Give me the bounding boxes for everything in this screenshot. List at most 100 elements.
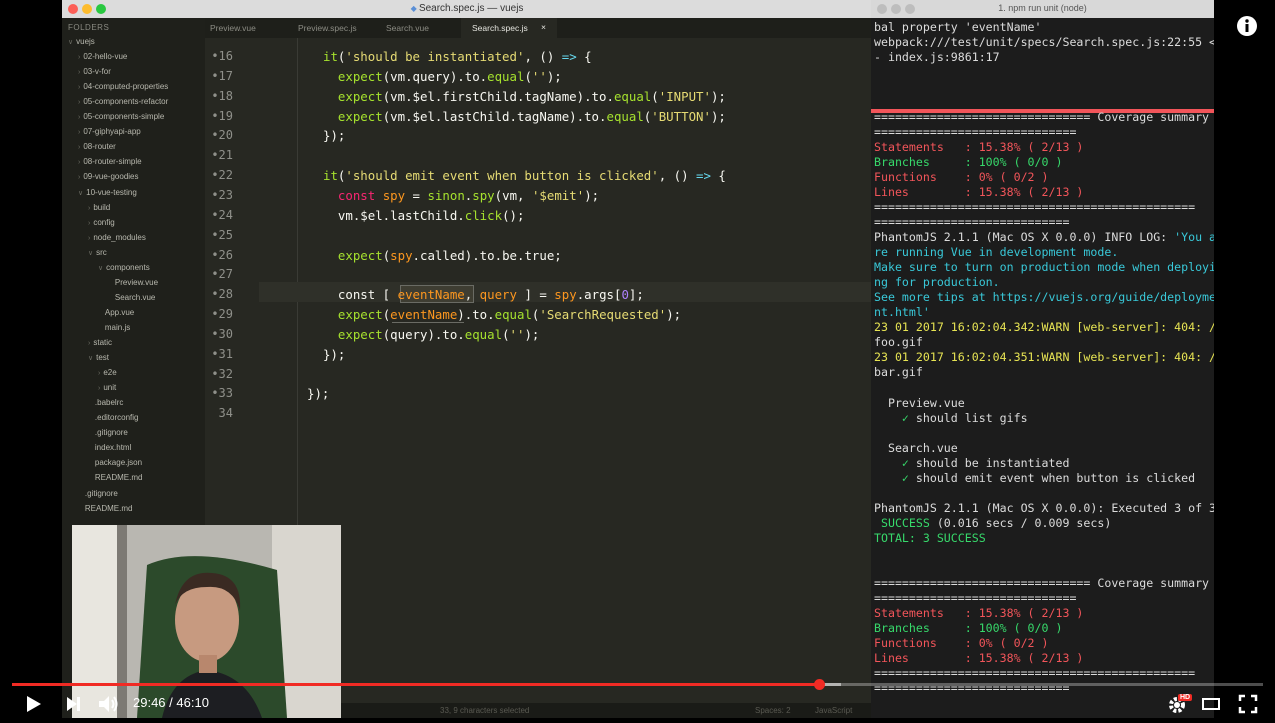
tree-folder[interactable]: › 05-components-simple (78, 112, 164, 121)
tab-search-vue[interactable]: Search.vue (386, 23, 429, 33)
tree-folder[interactable]: › 08-router-simple (78, 157, 142, 166)
code-line: expect(vm.$el.lastChild.tagName).to.equa… (323, 109, 726, 124)
theater-mode-button[interactable] (1201, 696, 1221, 712)
status-syntax[interactable]: JavaScript (815, 706, 852, 715)
tree-item-label: node_modules (93, 232, 146, 242)
file-spacer (98, 310, 102, 317)
terminal-line: ========================================… (874, 200, 1195, 214)
tree-folder[interactable]: ∨ components (98, 263, 150, 272)
status-indentation[interactable]: Spaces: 2 (755, 706, 791, 715)
tree-file[interactable]: .gitignore (88, 428, 128, 437)
code-token: click (464, 207, 503, 223)
tree-folder[interactable]: › build (88, 203, 110, 212)
tree-folder[interactable]: › 02-hello-vue (78, 52, 127, 61)
terminal-token: TOTAL: 3 SUCCESS (874, 530, 986, 545)
terminal-line: re running Vue in development mode. (874, 245, 1118, 259)
tree-folder[interactable]: › e2e (98, 368, 117, 377)
terminal-token: Functions : 0% ( 0/2 ) (874, 635, 1049, 650)
tree-folder[interactable]: ∨ src (88, 248, 107, 257)
code-token: spy (554, 287, 577, 303)
editor-title-text: Search.spec.js — vuejs (418, 3, 524, 14)
settings-button[interactable]: HD (1166, 693, 1193, 717)
tree-file[interactable]: README.md (88, 473, 143, 482)
code-token: ); (584, 187, 600, 203)
code-token: 0 (621, 287, 629, 303)
terminal-token: bar.gif (874, 365, 923, 380)
chevron-right-icon: › (78, 99, 81, 107)
code-line: }); (323, 128, 345, 143)
tree-item-label: 07-giphyapi-app (83, 127, 141, 137)
terminal-token: should be instantiated (915, 455, 1070, 470)
code-token: => (696, 168, 711, 184)
code-token: ( (502, 326, 510, 342)
tree-file[interactable]: main.js (98, 323, 130, 332)
line-number: •28 (211, 287, 233, 302)
tab-search-spec[interactable]: Search.spec.js (472, 23, 528, 33)
terminal-token: should emit event when button is clicked (915, 470, 1196, 485)
code-token: expect (337, 68, 383, 84)
tree-folder[interactable]: › node_modules (88, 233, 146, 242)
next-button[interactable] (63, 694, 83, 714)
code-token: spy (390, 247, 413, 263)
tree-file[interactable]: .babelrc (88, 398, 123, 407)
tree-folder[interactable]: ∨ vuejs (68, 37, 95, 46)
tree-file[interactable]: App.vue (98, 308, 134, 317)
code-token: }); (323, 346, 346, 362)
info-button[interactable] (1236, 15, 1258, 37)
tree-item-label: .editorconfig (94, 413, 139, 423)
tree-file[interactable]: index.html (88, 443, 131, 452)
tree-file[interactable]: package.json (88, 458, 142, 467)
tree-folder[interactable]: › 07-giphyapi-app (78, 127, 141, 136)
tab-preview-vue[interactable]: Preview.vue (210, 23, 256, 33)
mute-button[interactable] (97, 693, 121, 715)
tree-folder[interactable]: › unit (98, 383, 116, 392)
play-button[interactable] (22, 693, 44, 715)
line-number: •19 (211, 108, 233, 123)
terminal-token: Make sure to turn on production mode whe… (874, 260, 1214, 275)
tree-folder[interactable]: ∨ 10-vue-testing (78, 188, 137, 197)
play-icon (27, 696, 41, 712)
tree-folder[interactable]: › config (88, 218, 115, 227)
tree-file[interactable]: README.md (78, 504, 133, 513)
terminal-line: ========================================… (874, 666, 1195, 680)
code-token: expect (337, 88, 383, 104)
tree-folder[interactable]: › static (88, 338, 112, 347)
code-token: equal (487, 68, 525, 84)
terminal-token: SUCCESS (874, 515, 930, 530)
tree-file[interactable]: Preview.vue (108, 278, 158, 287)
terminal-title: 1. npm run unit (node) (998, 3, 1087, 13)
terminal-token: ng for production. (874, 275, 1000, 290)
tree-file[interactable]: Search.vue (108, 293, 155, 302)
tree-folder[interactable]: › 04-computed-properties (78, 82, 168, 91)
tree-folder[interactable]: › 03-v-for (78, 67, 111, 76)
code-line: const [ eventName, query ] = spy.args[0]… (323, 287, 644, 302)
chevron-right-icon: › (78, 84, 81, 92)
code-token: ] = (516, 287, 555, 303)
line-number: •22 (211, 168, 233, 183)
terminal-token: Lines : 15.38% ( 2/13 ) (874, 650, 1084, 665)
code-token: = (405, 187, 428, 203)
line-number: •25 (211, 227, 233, 242)
code-token: => (561, 49, 577, 64)
tree-file[interactable]: .gitignore (78, 489, 118, 498)
tree-item-label: 03-v-for (83, 67, 111, 77)
tree-folder[interactable]: › 05-components-refactor (78, 97, 168, 106)
tab-preview-spec[interactable]: Preview.spec.js (298, 23, 357, 33)
tree-item-label: e2e (103, 368, 117, 378)
chevron-right-icon: › (88, 204, 91, 212)
tree-item-label: src (96, 247, 107, 257)
theater-mode-icon (1202, 698, 1220, 710)
tab-close-icon[interactable]: × (541, 22, 546, 32)
terminal-line: Branches : 100% ( 0/0 ) (874, 621, 1062, 635)
fullscreen-button[interactable] (1238, 694, 1258, 714)
tree-folder[interactable]: › 09-vue-goodies (78, 172, 139, 181)
tree-file[interactable]: .editorconfig (88, 413, 139, 423)
code-token: equal (606, 108, 644, 124)
terminal-token: Statements : 15.38% ( 2/13 ) (874, 140, 1084, 155)
code-area[interactable]: it('should be instantiated', () => { exp… (259, 38, 872, 718)
tree-folder[interactable]: ∨ test (88, 353, 109, 362)
tree-folder[interactable]: › 08-router (78, 142, 116, 151)
scrubber-handle[interactable] (813, 679, 825, 690)
